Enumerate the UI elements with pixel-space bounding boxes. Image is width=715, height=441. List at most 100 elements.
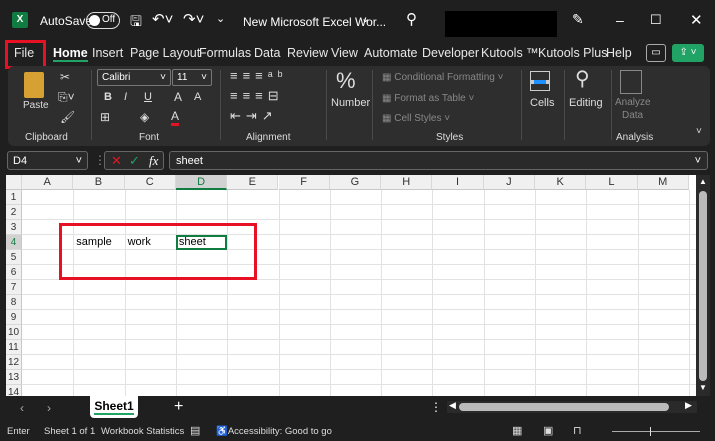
paste-icon[interactable] bbox=[24, 72, 44, 98]
scroll-down-icon[interactable]: ▼ bbox=[699, 383, 707, 392]
cell-styles-button[interactable]: ▦ Cell Styles ˅ bbox=[382, 113, 450, 124]
row-header-12[interactable]: 12 bbox=[6, 355, 22, 370]
paste-button[interactable]: Paste bbox=[23, 100, 49, 111]
vertical-scrollbar[interactable]: ▲ ▼ bbox=[696, 175, 710, 396]
borders-icon[interactable]: ⊞ bbox=[100, 110, 110, 124]
cells-button[interactable]: Cells bbox=[530, 97, 554, 109]
italic-button[interactable]: I bbox=[124, 91, 127, 103]
column-header-E[interactable]: E bbox=[227, 175, 279, 190]
analyze-data-icon[interactable] bbox=[620, 70, 642, 94]
tab-developer[interactable]: Developer bbox=[422, 46, 479, 60]
tab-help[interactable]: Help bbox=[606, 46, 632, 60]
formula-input[interactable]: sheet ˅ bbox=[169, 151, 708, 170]
page-break-view-icon[interactable]: ⊓ bbox=[573, 424, 582, 437]
column-header-C[interactable]: C bbox=[124, 175, 176, 190]
row-header-9[interactable]: 9 bbox=[6, 310, 22, 325]
tab-data[interactable]: Data bbox=[254, 46, 280, 60]
maximize-icon[interactable]: ☐ bbox=[650, 12, 662, 28]
format-as-table-button[interactable]: ▦ Format as Table ˅ bbox=[382, 93, 474, 104]
scroll-left-icon[interactable]: ◀ bbox=[449, 400, 456, 411]
column-header-I[interactable]: I bbox=[432, 175, 484, 190]
cut-icon[interactable]: ✂ bbox=[60, 70, 70, 84]
normal-view-icon[interactable]: ▦ bbox=[512, 424, 522, 437]
cancel-icon[interactable]: ✕ bbox=[111, 153, 122, 169]
prev-sheet-icon[interactable]: ‹ bbox=[20, 401, 24, 415]
editing-search-icon[interactable]: ⚲ bbox=[575, 66, 590, 91]
title-chevron-icon[interactable]: ⌄ bbox=[361, 12, 370, 25]
row-header-13[interactable]: 13 bbox=[6, 370, 22, 385]
tab-kutools-plus[interactable]: Kutools Plus bbox=[538, 46, 607, 60]
row-header-4[interactable]: 4 bbox=[6, 235, 22, 250]
alignment-icons[interactable]: ≡≡≡ᵃᵇ bbox=[230, 68, 288, 83]
grow-font-button[interactable]: A bbox=[174, 90, 182, 104]
row-header-6[interactable]: 6 bbox=[6, 265, 22, 280]
undo-icon[interactable]: ↶˅ bbox=[152, 10, 173, 28]
column-header-J[interactable]: J bbox=[483, 175, 535, 190]
comments-button[interactable]: ▭ bbox=[646, 44, 666, 62]
sheet-tab-sheet1[interactable]: Sheet1 bbox=[90, 396, 138, 418]
column-header-B[interactable]: B bbox=[73, 175, 125, 190]
number-button[interactable]: Number bbox=[331, 97, 370, 109]
column-header-K[interactable]: K bbox=[535, 175, 587, 190]
format-painter-icon[interactable]: 🖌 bbox=[60, 110, 75, 124]
row-header-2[interactable]: 2 bbox=[6, 205, 22, 220]
tab-home[interactable]: Home bbox=[53, 46, 88, 62]
tab-page-layout[interactable]: Page Layout bbox=[130, 46, 200, 60]
underline-button[interactable]: U bbox=[144, 91, 152, 103]
enter-check-icon[interactable]: ✓ bbox=[129, 153, 140, 169]
minimize-icon[interactable]: – bbox=[616, 12, 624, 28]
row-header-5[interactable]: 5 bbox=[6, 250, 22, 265]
redo-icon[interactable]: ↷˅ bbox=[183, 10, 204, 28]
page-layout-view-icon[interactable]: ▣ bbox=[543, 424, 553, 437]
font-name-select[interactable]: Calibri ˅ bbox=[97, 69, 171, 86]
ribbon-collapse-icon[interactable]: ˅ bbox=[696, 126, 702, 137]
autosave-toggle[interactable]: Off bbox=[86, 12, 120, 29]
row-header-1[interactable]: 1 bbox=[6, 190, 22, 205]
column-header-H[interactable]: H bbox=[381, 175, 433, 190]
zoom-slider[interactable] bbox=[612, 427, 700, 436]
cells-icon[interactable] bbox=[530, 71, 550, 91]
copy-icon[interactable]: ⎘˅ bbox=[58, 90, 75, 105]
tab-automate[interactable]: Automate bbox=[364, 46, 418, 60]
row-header-3[interactable]: 3 bbox=[6, 220, 22, 235]
workbook-statistics-button[interactable]: Workbook Statistics bbox=[101, 426, 184, 437]
bold-button[interactable]: B bbox=[104, 91, 112, 103]
tab-kutools[interactable]: Kutools ™ bbox=[481, 46, 539, 60]
next-sheet-icon[interactable]: › bbox=[47, 401, 51, 415]
conditional-formatting-button[interactable]: ▦ Conditional Formatting ˅ bbox=[382, 72, 503, 83]
column-header-F[interactable]: F bbox=[278, 175, 330, 190]
name-box[interactable]: D4 ˅ bbox=[7, 151, 88, 170]
column-header-M[interactable]: M bbox=[637, 175, 689, 190]
add-sheet-button[interactable]: + bbox=[174, 398, 183, 416]
column-header-G[interactable]: G bbox=[329, 175, 382, 190]
horizontal-align-icons[interactable]: ≡≡≡⊟ bbox=[230, 88, 284, 104]
horizontal-scrollbar[interactable]: ◀ ▶ bbox=[447, 400, 697, 413]
indent-icons[interactable]: ⇤⇥↗ bbox=[230, 108, 278, 124]
save-icon[interactable]: 🖫 bbox=[130, 11, 142, 35]
customize-qat-icon[interactable]: ⌄ bbox=[216, 12, 225, 25]
pen-icon[interactable]: ✎ bbox=[572, 11, 584, 28]
analyze-data-button[interactable]: Analyze bbox=[615, 97, 651, 108]
font-size-select[interactable]: 11 ˅ bbox=[172, 69, 212, 86]
row-header-10[interactable]: 10 bbox=[6, 325, 22, 340]
tab-review[interactable]: Review bbox=[287, 46, 328, 60]
column-header-A[interactable]: A bbox=[22, 175, 74, 190]
scroll-right-icon[interactable]: ▶ bbox=[685, 400, 692, 411]
row-header-11[interactable]: 11 bbox=[6, 340, 22, 355]
row-header-14[interactable]: 14 bbox=[6, 385, 22, 396]
tab-insert[interactable]: Insert bbox=[92, 46, 123, 60]
accessibility-button[interactable]: ♿Accessibility: Good to go bbox=[216, 426, 332, 437]
share-button[interactable]: ⇪ ˅ bbox=[672, 44, 704, 62]
search-icon[interactable]: ⚲ bbox=[406, 10, 417, 28]
shrink-font-button[interactable]: A bbox=[194, 91, 201, 103]
worksheet-grid[interactable]: A B C D E F G H I J K L M 1 2 3 4 5 6 7 8 9 10 11 12 13 14 sample wo… bbox=[6, 175, 696, 396]
tab-formulas[interactable]: Formulas bbox=[199, 46, 251, 60]
column-header-D[interactable]: D bbox=[175, 175, 228, 190]
row-header-8[interactable]: 8 bbox=[6, 295, 22, 310]
macro-icon[interactable]: ▤ bbox=[190, 424, 200, 437]
select-all-corner[interactable] bbox=[6, 175, 22, 190]
font-color-button[interactable]: A bbox=[171, 109, 180, 126]
column-header-L[interactable]: L bbox=[586, 175, 638, 190]
editing-button[interactable]: Editing bbox=[569, 97, 603, 109]
close-icon[interactable]: ✕ bbox=[690, 11, 703, 29]
